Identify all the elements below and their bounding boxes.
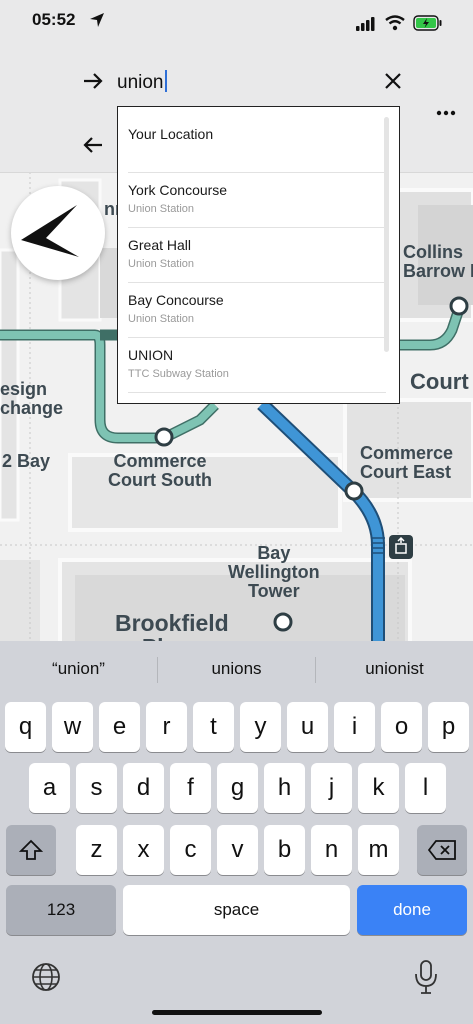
microphone-icon[interactable]: [413, 959, 439, 995]
prediction-2[interactable]: unions: [158, 641, 315, 697]
map-label-commerce-court-south: Commerce Court South: [108, 451, 212, 490]
suggestion-subtitle: Union Station: [128, 203, 195, 215]
map-label-2-bay: 2 Bay: [2, 451, 51, 471]
key-w[interactable]: w: [52, 702, 93, 752]
key-d[interactable]: d: [123, 763, 164, 813]
suggestion-list[interactable]: Your Location York Concourse Union Stati…: [117, 106, 400, 404]
map-label-bay-wellington-tower: Bay Wellington Tower: [228, 543, 320, 601]
key-r[interactable]: r: [146, 702, 187, 752]
done-key[interactable]: done: [357, 885, 467, 935]
key-y[interactable]: y: [240, 702, 281, 752]
compass-icon: [21, 205, 79, 257]
key-z[interactable]: z: [76, 825, 117, 875]
signal-icon: [356, 17, 375, 31]
shift-key[interactable]: [6, 825, 56, 875]
map-label-court: Court: [410, 369, 469, 394]
key-p[interactable]: p: [428, 702, 469, 752]
suggestion-item[interactable]: UNION TTC Subway Station: [128, 338, 386, 393]
map-label-collins-barrow: Collins Barrow P: [403, 242, 473, 281]
wifi-icon: [385, 15, 405, 31]
map-label-commerce-court-east: Commerce Court East: [360, 443, 454, 482]
battery-icon: [413, 15, 442, 31]
suggestion-subtitle: Union Station: [128, 258, 195, 270]
key-v[interactable]: v: [217, 825, 258, 875]
suggestion-scrollbar[interactable]: [384, 117, 389, 352]
key-l[interactable]: l: [405, 763, 446, 813]
location-arrow-icon: [90, 13, 104, 27]
home-indicator: [152, 1010, 322, 1015]
suggestion-item[interactable]: Bay Concourse Union Station: [128, 283, 386, 338]
compass-button[interactable]: [11, 186, 105, 280]
key-t[interactable]: t: [193, 702, 234, 752]
search-input[interactable]: union: [117, 70, 167, 94]
key-c[interactable]: c: [170, 825, 211, 875]
key-a[interactable]: a: [29, 763, 70, 813]
more-icon[interactable]: [431, 98, 461, 128]
numbers-key[interactable]: 123: [6, 885, 116, 935]
suggestion-item[interactable]: York Concourse Union Station: [128, 173, 386, 228]
suggestion-title: Your Location: [128, 126, 214, 142]
shift-icon: [19, 839, 43, 860]
globe-icon[interactable]: [30, 961, 62, 993]
key-g[interactable]: g: [217, 763, 258, 813]
key-s[interactable]: s: [76, 763, 117, 813]
clear-icon[interactable]: [378, 66, 408, 96]
text-caret: [164, 70, 167, 92]
keyboard: “union” unions unionist qwertyuiop asdfg…: [0, 641, 473, 1024]
suggestion-title: Bay Concourse: [128, 292, 224, 308]
suggestion-title: UNION: [128, 347, 174, 363]
suggestion-subtitle: TTC Subway Station: [128, 368, 229, 380]
prediction-1[interactable]: “union”: [0, 641, 157, 697]
transfer-icon: [389, 535, 413, 559]
key-i[interactable]: i: [334, 702, 375, 752]
space-key[interactable]: space: [123, 885, 350, 935]
key-q[interactable]: q: [5, 702, 46, 752]
suggestion-title: Great Hall: [128, 237, 192, 253]
key-f[interactable]: f: [170, 763, 211, 813]
map-label-brookfield-place: Brookfield Place: [115, 611, 229, 641]
key-o[interactable]: o: [381, 702, 422, 752]
key-n[interactable]: n: [311, 825, 352, 875]
suggestion-subtitle: Union Station: [128, 313, 195, 325]
key-m[interactable]: m: [358, 825, 399, 875]
key-x[interactable]: x: [123, 825, 164, 875]
back-arrow-icon[interactable]: [78, 130, 108, 160]
prediction-3[interactable]: unionist: [316, 641, 473, 697]
backspace-key[interactable]: [417, 825, 467, 875]
key-h[interactable]: h: [264, 763, 305, 813]
backspace-icon: [428, 840, 456, 860]
key-k[interactable]: k: [358, 763, 399, 813]
forward-arrow-icon[interactable]: [78, 66, 108, 96]
key-u[interactable]: u: [287, 702, 328, 752]
map-label-design-exchange: esign change: [0, 379, 64, 418]
key-e[interactable]: e: [99, 702, 140, 752]
key-b[interactable]: b: [264, 825, 305, 875]
suggestion-item[interactable]: Your Location: [128, 117, 386, 173]
status-time: 05:52: [32, 10, 76, 29]
suggestion-item[interactable]: Great Hall Union Station: [128, 228, 386, 283]
key-j[interactable]: j: [311, 763, 352, 813]
suggestion-title: York Concourse: [128, 182, 228, 198]
